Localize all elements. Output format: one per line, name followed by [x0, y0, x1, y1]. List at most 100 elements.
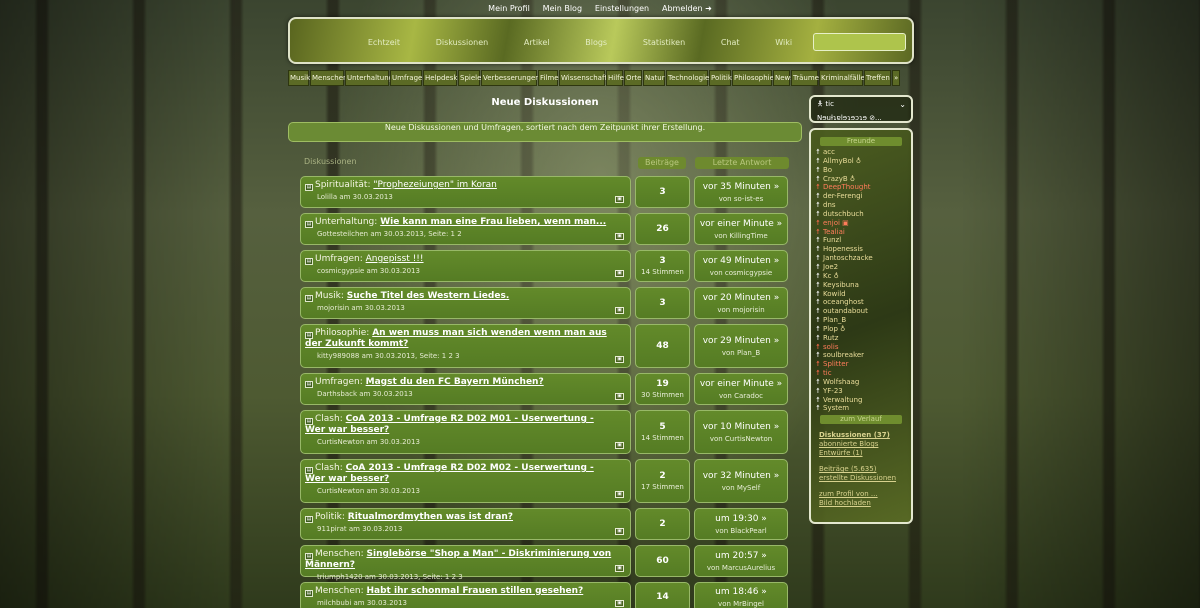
friend-item[interactable]: ☨ tic — [816, 369, 906, 378]
friends-heading[interactable]: Freunde — [820, 137, 902, 146]
last-reply-time[interactable]: um 18:46 » — [695, 587, 787, 597]
category-tab[interactable]: Technologie — [666, 70, 709, 86]
discussion-title-link[interactable]: CoA 2013 - Umfrage R2 D02 M02 - Userwert… — [305, 463, 594, 484]
settings-link[interactable]: Einstellungen — [595, 4, 649, 13]
friend-name[interactable]: Tealiai — [823, 228, 845, 236]
my-profile-link[interactable]: Mein Profil — [488, 4, 530, 13]
sidebar-link[interactable]: zum Profil von ... — [819, 490, 906, 499]
category-tab[interactable]: Treffen — [864, 70, 891, 86]
friend-name[interactable]: solis — [823, 343, 838, 351]
category-tab[interactable]: Politik — [709, 70, 732, 86]
page-icon[interactable]: ▣ — [615, 270, 624, 277]
friend-item[interactable]: ☨ Joe2 — [816, 263, 906, 272]
friend-name[interactable]: acc — [823, 148, 835, 156]
sidebar-link[interactable]: Bild hochladen — [819, 499, 906, 508]
discussion-title-link[interactable]: Angepisst !!! — [366, 254, 424, 264]
friend-name[interactable]: System — [823, 404, 849, 412]
friend-name[interactable]: Kc ♁ — [823, 272, 839, 280]
last-reply-cell[interactable]: vor 49 Minuten » von cosmicgypsie — [694, 250, 788, 282]
last-reply-cell[interactable]: vor 20 Minuten » von mojorisin — [694, 287, 788, 319]
category-tab[interactable]: Menschen — [310, 70, 347, 86]
friend-name[interactable]: soulbreaker — [823, 351, 864, 359]
friend-item[interactable]: ☨ oceanghost — [816, 298, 906, 307]
nav-diskussionen[interactable]: Diskussionen — [436, 38, 489, 47]
category-tab[interactable]: Unterhaltung — [345, 70, 393, 86]
sidebar-link[interactable]: abonnierte Blogs — [819, 440, 906, 449]
discussion-title-link[interactable]: Ritualmordmythen was ist dran? — [348, 512, 513, 522]
category-tab[interactable]: Umfragen — [390, 70, 427, 86]
nav-blogs[interactable]: Blogs — [585, 38, 607, 47]
page-icon[interactable]: ▣ — [615, 491, 624, 498]
category-tab[interactable]: Filme — [538, 70, 559, 86]
last-reply-cell[interactable]: vor einer Minute » von Caradoc — [694, 373, 788, 405]
category-tab[interactable]: Musik — [288, 70, 310, 86]
friend-item[interactable]: ☨ YF-23 — [816, 387, 906, 396]
last-reply-cell[interactable]: vor 35 Minuten » von so-ist-es — [694, 176, 788, 208]
last-reply-time[interactable]: vor 35 Minuten » — [695, 182, 787, 192]
nav-wiki[interactable]: Wiki — [775, 38, 792, 47]
discussion-title-link[interactable]: CoA 2013 - Umfrage R2 D02 M01 - Userwert… — [305, 414, 594, 435]
last-reply-time[interactable]: um 20:57 » — [695, 551, 787, 561]
page-icon[interactable]: ▣ — [615, 442, 624, 449]
friend-item[interactable]: ☨ enjoi ▣ — [816, 219, 906, 228]
sidebar-link[interactable]: erstellte Diskussionen — [819, 474, 906, 483]
last-reply-cell[interactable]: vor einer Minute » von KillingTime — [694, 213, 788, 245]
friend-item[interactable]: ☨ Plan_B — [816, 316, 906, 325]
discussion-title-link[interactable]: Suche Titel des Western Liedes. — [347, 291, 509, 301]
last-reply-time[interactable]: vor 29 Minuten » — [695, 336, 787, 346]
friend-item[interactable]: ☨ System — [816, 404, 906, 413]
chevron-down-icon[interactable]: ⌄ — [899, 100, 906, 109]
friend-name[interactable]: YF-23 — [823, 387, 843, 395]
friend-name[interactable]: CrazyB ♁ — [823, 175, 855, 183]
friend-item[interactable]: ☨ outandabout — [816, 307, 906, 316]
friend-item[interactable]: ☨ DeepThought — [816, 183, 906, 192]
nav-echtzeit[interactable]: Echtzeit — [368, 38, 400, 47]
discussion-title-link[interactable]: Magst du den FC Bayern München? — [366, 377, 544, 387]
last-reply-time[interactable]: vor einer Minute » — [695, 219, 787, 229]
friend-item[interactable]: ☨ Tealiai — [816, 228, 906, 237]
friend-item[interactable]: ☨ Plop ♁ — [816, 325, 906, 334]
category-tab[interactable]: Kriminalfälle — [819, 70, 865, 86]
friend-name[interactable]: Keysibuna — [823, 281, 859, 289]
category-tab[interactable]: Orte — [624, 70, 642, 86]
friend-name[interactable]: DeepThought — [823, 183, 871, 191]
friend-item[interactable]: ☨ Splitter — [816, 360, 906, 369]
friend-item[interactable]: ☨ Keysibuna — [816, 281, 906, 290]
category-tab[interactable]: Spiele — [458, 70, 481, 86]
friend-item[interactable]: ☨ Bo — [816, 166, 906, 175]
page-icon[interactable]: ▣ — [615, 528, 624, 535]
category-tab[interactable]: Hilfe — [606, 70, 624, 86]
friend-name[interactable]: Verwaltung — [823, 396, 862, 404]
category-tab[interactable]: Natur — [643, 70, 665, 86]
friend-name[interactable]: outandabout — [823, 307, 868, 315]
last-reply-time[interactable]: vor 10 Minuten » — [695, 422, 787, 432]
friend-item[interactable]: ☨ Rutz — [816, 334, 906, 343]
friend-name[interactable]: Joe2 — [823, 263, 838, 271]
last-reply-cell[interactable]: vor 32 Minuten » von MySelf — [694, 459, 788, 503]
page-icon[interactable]: ▣ — [615, 393, 624, 400]
friend-name[interactable]: Plan_B — [823, 316, 846, 324]
friend-name[interactable]: tic — [823, 369, 832, 377]
sidebar-link[interactable]: Beiträge (5.635) — [819, 465, 906, 474]
history-heading[interactable]: zum Verlauf — [820, 415, 902, 425]
friend-name[interactable]: Splitter — [823, 360, 848, 368]
last-reply-time[interactable]: vor 20 Minuten » — [695, 293, 787, 303]
friend-name[interactable]: Hopenessis — [823, 245, 863, 253]
page-icon[interactable]: ▣ — [615, 233, 624, 240]
friend-item[interactable]: ☨ Kowild — [816, 290, 906, 299]
category-tab[interactable]: Verbesserungen — [481, 70, 540, 86]
last-reply-cell[interactable]: vor 10 Minuten » von CurtisNewton — [694, 410, 788, 454]
friend-item[interactable]: ☨ Wolfshaag — [816, 378, 906, 387]
friend-name[interactable]: der-Ferengi — [823, 192, 863, 200]
category-tab[interactable]: Wissenschaft — [559, 70, 607, 86]
category-tab[interactable]: » — [892, 70, 900, 86]
friend-name[interactable]: Wolfshaag — [823, 378, 859, 386]
friend-item[interactable]: ☨ Funzl — [816, 236, 906, 245]
friend-name[interactable]: Kowild — [823, 290, 846, 298]
friend-item[interactable]: ☨ Kc ♁ — [816, 272, 906, 281]
last-reply-cell[interactable]: um 19:30 » von BlackPearl — [694, 508, 788, 540]
nav-chat[interactable]: Chat — [721, 38, 740, 47]
category-tab[interactable]: Helpdesk — [423, 70, 457, 86]
friend-name[interactable]: Jantoschzacke — [823, 254, 873, 262]
user-menu[interactable]: 🯅 tic Nɘuƚɿɐlɘɿɘɔɿɘ ⊘... ⌄ — [809, 95, 913, 123]
